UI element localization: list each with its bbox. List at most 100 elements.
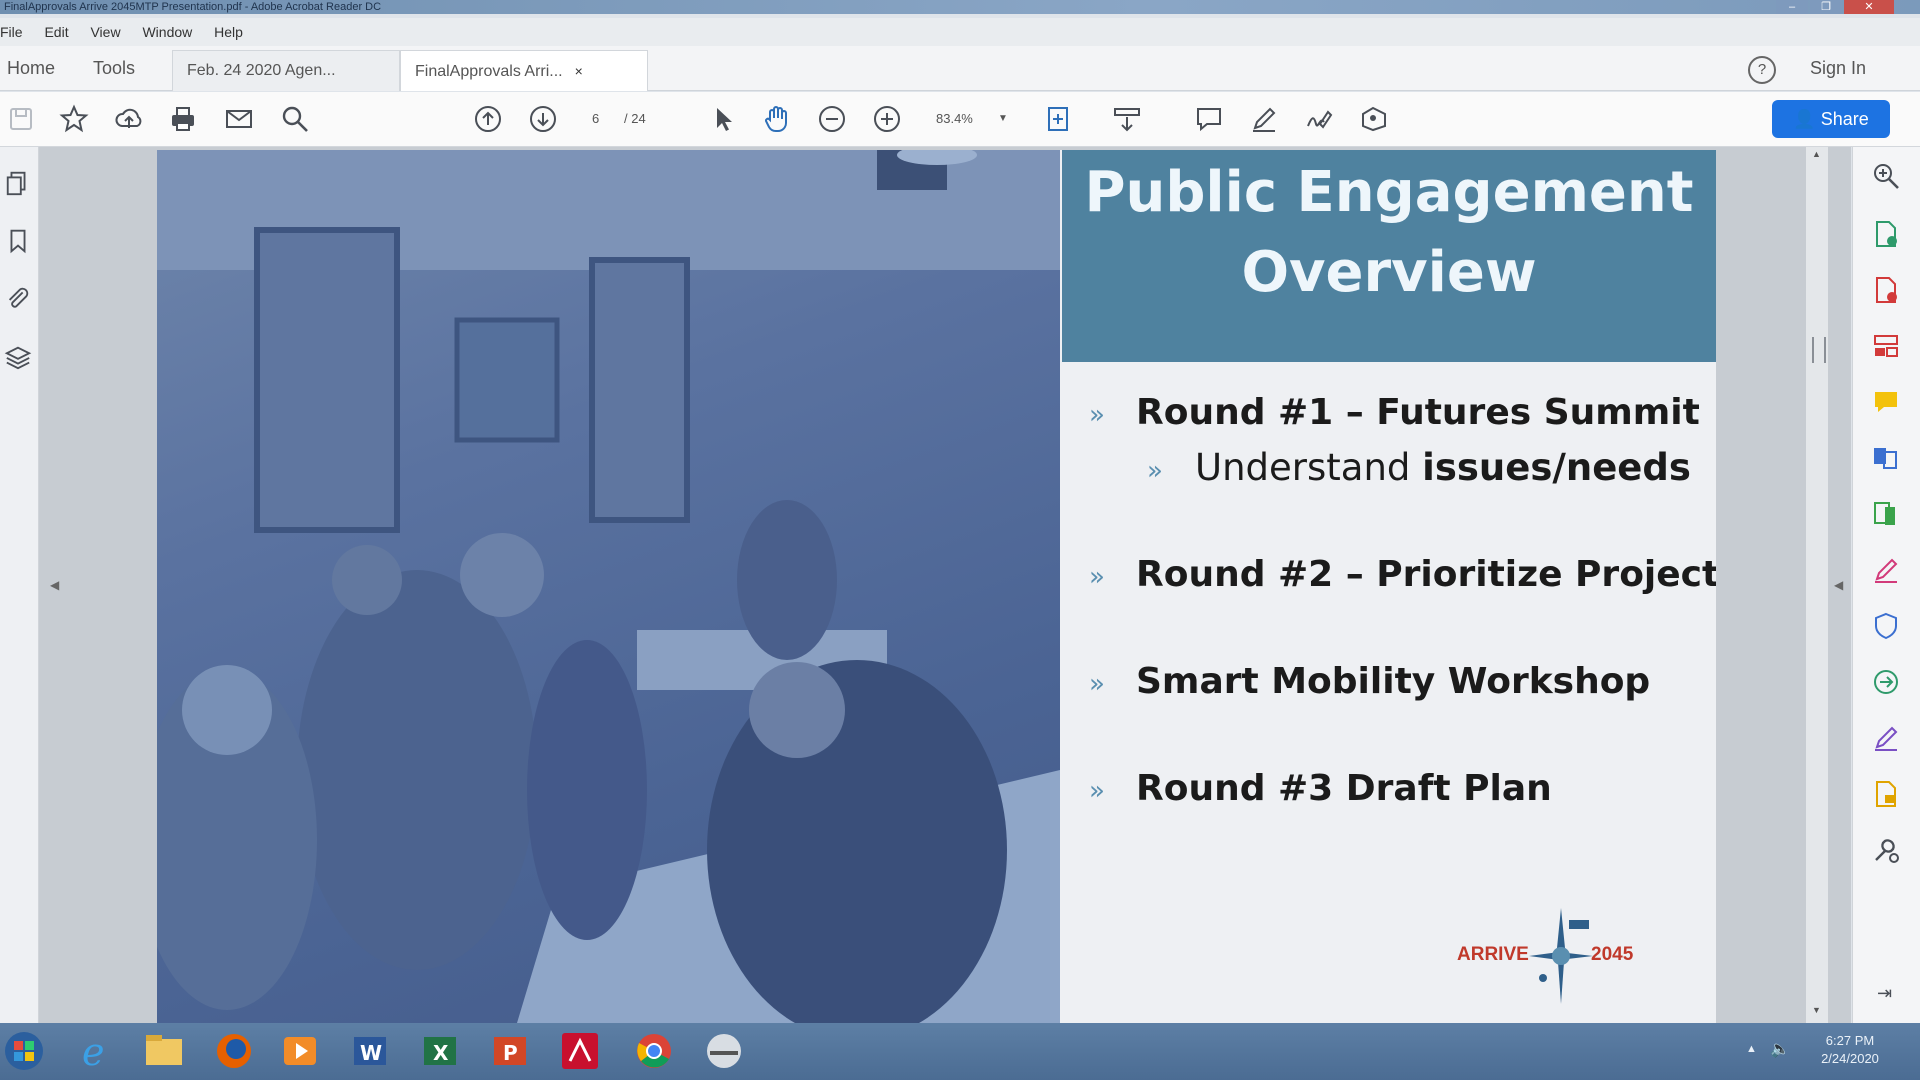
excel-icon[interactable]: X	[410, 1027, 470, 1075]
slide-title-panel: Public Engagement Overview	[1062, 150, 1716, 362]
scroll-up-arrow[interactable]: ▲	[1812, 149, 1821, 159]
zoom-tool-icon[interactable]	[1871, 161, 1901, 191]
sub-bullet-understand: Understand issues/needs	[1195, 446, 1691, 489]
send-for-signature-icon[interactable]	[1871, 723, 1901, 753]
arrive-2045-logo: ARRIVE 2045	[1457, 908, 1657, 1008]
more-tools-icon[interactable]	[1871, 835, 1901, 865]
share-button[interactable]: 👤 Share	[1772, 100, 1890, 138]
maximize-button[interactable]: ❐	[1810, 0, 1842, 14]
acrobat-icon[interactable]	[550, 1027, 610, 1075]
volume-icon[interactable]: 🔈	[1770, 1039, 1790, 1059]
share-label: Share	[1820, 109, 1869, 129]
collapse-left-pane-icon[interactable]: ◀	[50, 578, 60, 598]
protect-shield-icon[interactable]	[1871, 611, 1901, 641]
media-player-icon[interactable]	[270, 1027, 330, 1075]
menu-file[interactable]: File	[0, 18, 23, 46]
fill-sign-icon[interactable]	[1871, 555, 1901, 585]
meeting-photo-drawing	[157, 150, 1060, 1023]
cloud-upload-icon[interactable]	[114, 104, 144, 134]
previous-page-icon[interactable]	[473, 104, 503, 134]
internet-explorer-icon[interactable]: e	[64, 1027, 124, 1075]
menu-help[interactable]: Help	[214, 18, 243, 46]
bullet-marker: »	[1089, 562, 1105, 592]
close-window-button[interactable]: ✕	[1844, 0, 1894, 14]
scroll-down-arrow[interactable]: ▼	[1812, 1005, 1821, 1015]
menu-window[interactable]: Window	[142, 18, 192, 46]
select-tool-icon[interactable]	[708, 104, 738, 134]
slide-title-line1: Public Engagement	[1084, 160, 1694, 225]
sign-icon[interactable]	[1304, 104, 1334, 134]
left-navigation-pane	[0, 147, 39, 1023]
chrome-icon[interactable]	[624, 1027, 684, 1075]
export-pdf-icon[interactable]	[1871, 219, 1901, 249]
email-icon[interactable]	[224, 104, 254, 134]
search-icon[interactable]	[280, 104, 310, 134]
page-total: / 24	[624, 111, 646, 126]
svg-text:P: P	[503, 1041, 518, 1065]
scroll-thumb[interactable]	[1812, 337, 1826, 363]
stamp-tag-icon[interactable]	[1359, 104, 1389, 134]
comment-icon[interactable]	[1194, 104, 1224, 134]
save-icon[interactable]	[6, 104, 36, 134]
print-icon[interactable]	[168, 104, 198, 134]
collapse-tools-pane-icon[interactable]: ⇥	[1877, 983, 1892, 1004]
sub-bullet-marker: »	[1147, 456, 1163, 486]
scroll-mode-icon[interactable]	[1112, 104, 1142, 134]
comment-tool-icon[interactable]	[1871, 387, 1901, 417]
tools-nav[interactable]: Tools	[93, 46, 135, 90]
close-tab-icon[interactable]: ×	[575, 63, 583, 79]
show-hidden-icons-icon[interactable]: ▲	[1746, 1043, 1757, 1055]
page-thumbnails-icon[interactable]	[4, 169, 32, 197]
compass-logo-icon	[1529, 908, 1593, 1004]
bullet-round-3: Round #3 Draft Plan	[1136, 768, 1552, 809]
page-number-input[interactable]: 6	[592, 92, 599, 146]
bullet-smart-mobility: Smart Mobility Workshop	[1136, 661, 1651, 702]
app-icon[interactable]	[694, 1027, 754, 1075]
tab-label: FinalApprovals Arri...	[415, 63, 563, 80]
home-nav[interactable]: Home	[7, 46, 55, 90]
clock-time: 6:27 PM	[1825, 1033, 1875, 1048]
layers-icon[interactable]	[4, 343, 32, 371]
create-pdf-icon[interactable]	[1871, 275, 1901, 305]
bullet-round-1: Round #1 – Futures Summit	[1136, 392, 1700, 433]
svg-text:W: W	[360, 1041, 382, 1065]
certificates-icon[interactable]	[1871, 779, 1901, 809]
zoom-in-icon[interactable]	[872, 104, 902, 134]
logo-text-2045: 2045	[1591, 944, 1634, 965]
send-for-review-icon[interactable]	[1871, 667, 1901, 697]
sub-bullet-bold: issues/needs	[1422, 446, 1691, 489]
word-icon[interactable]: W	[340, 1027, 400, 1075]
bookmark-icon[interactable]	[4, 227, 32, 255]
zoom-level[interactable]: 83.4%	[936, 92, 973, 146]
zoom-dropdown-icon[interactable]: ▼	[998, 92, 1008, 146]
tab-agenda[interactable]: Feb. 24 2020 Agen...	[172, 50, 400, 91]
sign-in-link[interactable]: Sign In	[1810, 46, 1866, 90]
file-explorer-icon[interactable]	[134, 1027, 194, 1075]
start-orb-icon[interactable]	[2, 1027, 46, 1075]
combine-files-icon[interactable]	[1871, 443, 1901, 473]
window-title: FinalApprovals Arrive 2045MTP Presentati…	[4, 1, 382, 13]
edit-pdf-icon[interactable]	[1871, 499, 1901, 529]
attachment-icon[interactable]	[4, 285, 32, 313]
help-icon[interactable]: ?	[1748, 56, 1776, 84]
minimize-button[interactable]: –	[1776, 0, 1808, 14]
system-clock[interactable]: 6:27 PM 2/24/2020	[1800, 1032, 1900, 1068]
sub-bullet-prefix: Understand	[1195, 446, 1423, 489]
tab-final-approvals[interactable]: FinalApprovals Arri... ×	[400, 50, 648, 91]
vertical-scrollbar[interactable]: ▲ ▼	[1806, 147, 1828, 1023]
fit-page-icon[interactable]	[1044, 104, 1074, 134]
slide-page: Public Engagement Overview » Round #1 – …	[157, 150, 1716, 1023]
firefox-icon[interactable]	[204, 1027, 264, 1075]
next-page-icon[interactable]	[528, 104, 558, 134]
powerpoint-icon[interactable]: P	[480, 1027, 540, 1075]
organize-pages-icon[interactable]	[1871, 331, 1901, 361]
svg-text:e: e	[82, 1030, 105, 1074]
expand-right-pane-icon[interactable]: ◀	[1834, 578, 1846, 598]
menu-view[interactable]: View	[90, 18, 120, 46]
star-icon[interactable]	[59, 104, 89, 134]
hand-tool-icon[interactable]	[762, 104, 792, 134]
right-tools-pane: ⇥	[1852, 147, 1920, 1023]
zoom-out-icon[interactable]	[817, 104, 847, 134]
highlight-pen-icon[interactable]	[1249, 104, 1279, 134]
menu-edit[interactable]: Edit	[44, 18, 68, 46]
